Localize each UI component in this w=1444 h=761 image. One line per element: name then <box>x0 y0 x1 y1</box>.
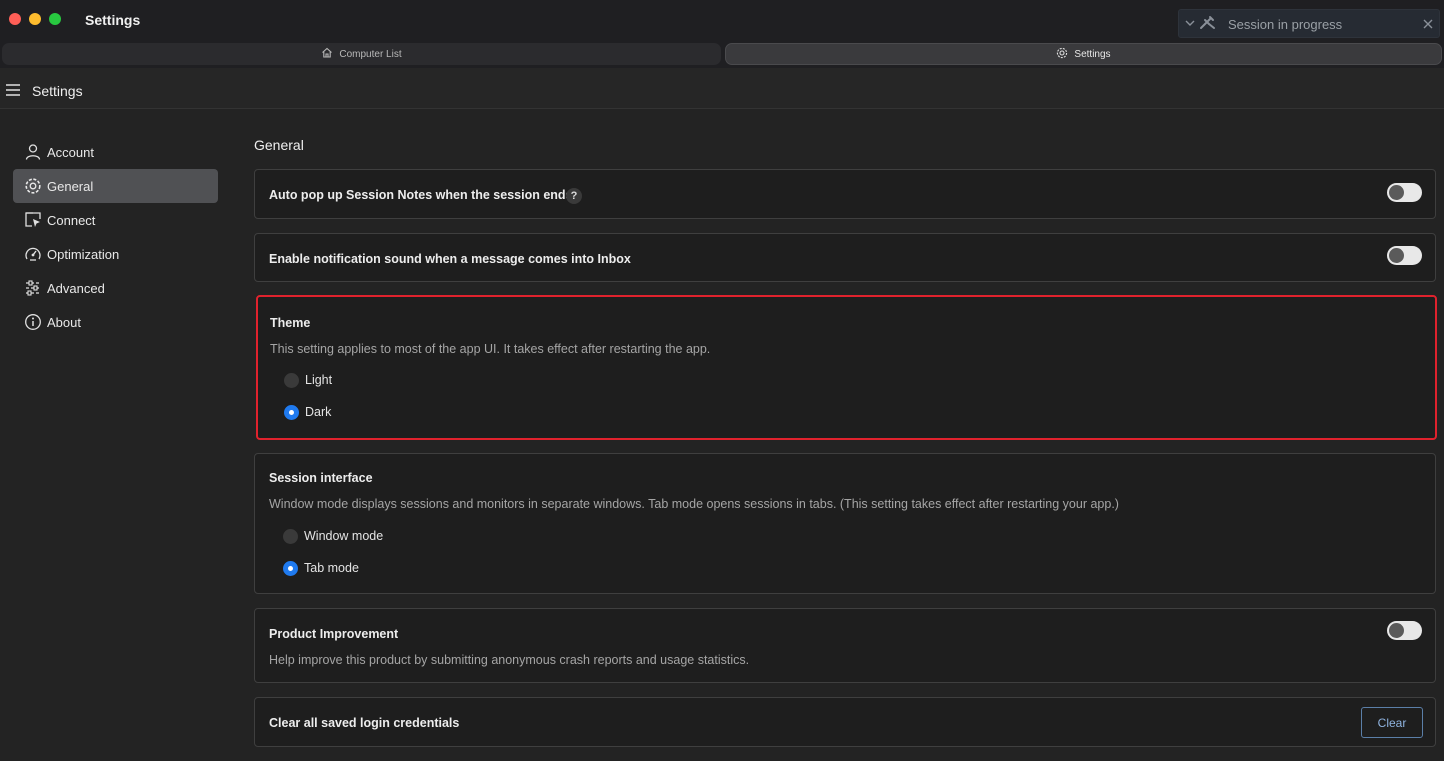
radio-label: Light <box>305 373 333 387</box>
home-icon <box>321 47 333 61</box>
tab-computer-list-label: Computer List <box>339 48 402 60</box>
radio-label: Dark <box>305 405 332 419</box>
notification-sound-toggle[interactable] <box>1387 246 1422 265</box>
session-interface-title: Session interface <box>269 471 373 485</box>
sidebar-item-label: Account <box>47 145 94 160</box>
section-title: General <box>254 137 304 153</box>
sidebar-item-label: Advanced <box>47 281 105 296</box>
sidebar-item-connect[interactable]: Connect <box>13 203 218 237</box>
theme-title: Theme <box>270 316 311 330</box>
zoom-window-button[interactable] <box>49 13 61 25</box>
radio-window-mode[interactable] <box>283 529 298 544</box>
sidebar-item-account[interactable]: Account <box>13 135 218 169</box>
product-improvement-title: Product Improvement <box>269 627 399 641</box>
toggle-knob <box>1389 623 1404 638</box>
product-improvement-toggle[interactable] <box>1387 621 1422 640</box>
user-icon <box>24 143 42 161</box>
sidebar-item-label: General <box>47 179 94 194</box>
tab-settings-label: Settings <box>1074 48 1111 60</box>
sliders-icon <box>24 279 42 297</box>
sidebar-item-label: Optimization <box>47 247 120 262</box>
radio-dark[interactable] <box>284 405 299 420</box>
toggle-knob <box>1389 248 1404 263</box>
close-window-button[interactable] <box>9 13 21 25</box>
clear-button[interactable]: Clear <box>1361 707 1423 738</box>
cursor-window-icon <box>24 211 42 229</box>
session-interface-card: Session interface Window mode displays s… <box>254 453 1436 594</box>
gear-icon <box>24 177 42 195</box>
radio-label: Tab mode <box>304 561 359 575</box>
sidebar-item-advanced[interactable]: Advanced <box>13 271 218 305</box>
info-icon <box>24 313 42 331</box>
notification-sound-label: Enable notification sound when a message… <box>269 252 631 266</box>
tab-bar: Computer List Settings <box>0 41 1444 68</box>
session-banner-text: Session in progress <box>1228 17 1343 32</box>
tab-computer-list[interactable]: Computer List <box>2 43 721 65</box>
hamburger-menu-icon[interactable] <box>6 83 20 101</box>
session-interface-description: Window mode displays sessions and monito… <box>269 497 1119 511</box>
clear-credentials-label: Clear all saved login credentials <box>269 716 460 730</box>
radio-light[interactable] <box>284 373 299 388</box>
product-improvement-card: Product Improvement Help improve this pr… <box>254 608 1436 683</box>
radio-tab-mode[interactable] <box>283 561 298 576</box>
toggle-knob <box>1389 185 1404 200</box>
product-improvement-description: Help improve this product by submitting … <box>269 653 750 667</box>
theme-card: Theme This setting applies to most of th… <box>256 295 1437 440</box>
page-title: Settings <box>32 83 83 99</box>
minimize-window-button[interactable] <box>29 13 41 25</box>
sidebar-item-label: Connect <box>47 213 96 228</box>
auto-popup-toggle[interactable] <box>1387 183 1422 202</box>
tab-settings[interactable]: Settings <box>725 43 1442 65</box>
sidebar-item-optimization[interactable]: Optimization <box>13 237 218 271</box>
theme-description: This setting applies to most of the app … <box>270 342 711 356</box>
gauge-icon <box>24 245 42 263</box>
radio-label: Window mode <box>304 529 384 543</box>
notification-sound-card: Enable notification sound when a message… <box>254 233 1436 282</box>
title-bar: Settings Session in progress <box>0 0 1444 41</box>
sidebar-item-label: About <box>47 315 81 330</box>
auto-popup-card: Auto pop up Session Notes when the sessi… <box>254 169 1436 219</box>
auto-popup-label: Auto pop up Session Notes when the sessi… <box>269 188 573 202</box>
chevron-down-icon[interactable] <box>1185 16 1195 35</box>
close-icon[interactable] <box>1422 17 1434 35</box>
session-banner[interactable]: Session in progress <box>1178 9 1440 38</box>
window-title: Settings <box>85 12 141 28</box>
help-icon[interactable]: ? <box>566 188 582 204</box>
clear-credentials-card: Clear all saved login credentials Clear <box>254 697 1436 747</box>
sidebar-item-general[interactable]: General <box>13 169 218 203</box>
gear-icon <box>1056 47 1068 62</box>
page-header: Settings <box>0 68 1444 109</box>
session-tool-icon <box>1199 15 1217 36</box>
sidebar-item-about[interactable]: About <box>13 305 218 339</box>
